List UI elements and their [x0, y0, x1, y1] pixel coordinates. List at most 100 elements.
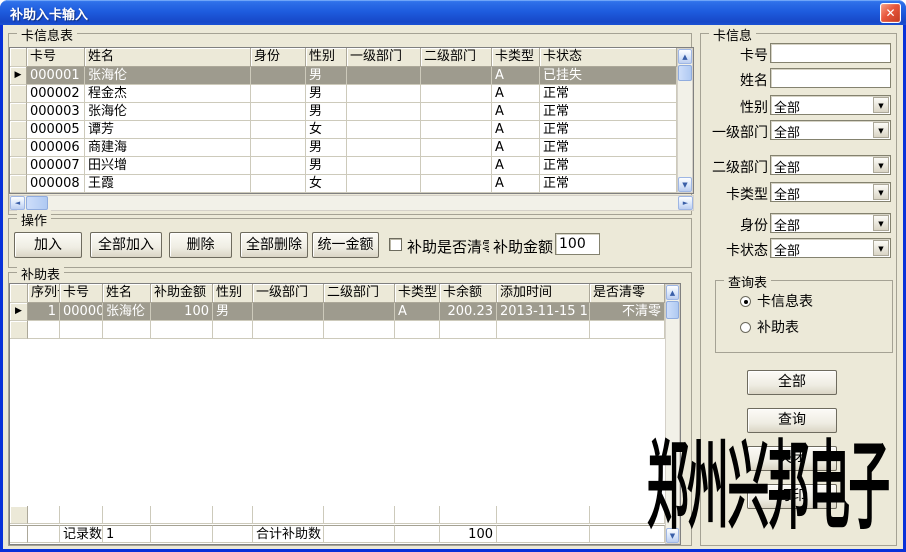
dropdown-arrow-icon[interactable]: ▼ [873, 157, 889, 173]
dropdown-arrow-icon[interactable]: ▼ [873, 240, 889, 256]
column-header[interactable]: 一级部门 [347, 48, 421, 67]
cell-name: 王霞 [85, 175, 251, 193]
table-row[interactable]: 000003张海伦男A正常 [10, 103, 677, 121]
radio-button[interactable] [740, 322, 751, 333]
column-header[interactable]: 卡类型 [395, 284, 440, 303]
card-table-vscrollbar[interactable]: ▲ ▼ [677, 48, 693, 193]
clear-subsidy-checkbox[interactable] [389, 238, 402, 251]
table-row[interactable]: 000006商建海男A正常 [10, 139, 677, 157]
cell-card_no: 000006 [27, 139, 85, 157]
scroll-right-icon[interactable]: ► [678, 196, 693, 210]
cell-gender: 女 [306, 175, 347, 193]
subsidy-vscroll-thumb[interactable] [666, 301, 679, 319]
summary-row: 记录数1合计补助数100 [10, 525, 665, 543]
column-header[interactable]: 身份 [251, 48, 306, 67]
empty-cell [253, 321, 324, 339]
table-row[interactable]: 000007田兴增男A正常 [10, 157, 677, 175]
table-row[interactable]: 000002程金杰男A正常 [10, 85, 677, 103]
window-title: 补助入卡输入 [10, 4, 88, 23]
scroll-up-icon[interactable]: ▲ [666, 285, 679, 300]
empty-cell [60, 506, 103, 524]
filter-select-3[interactable]: 全部▼ [770, 95, 891, 115]
query-option-1[interactable]: 卡信息表 [740, 291, 813, 311]
dropdown-arrow-icon[interactable]: ▼ [873, 97, 889, 113]
titlebar: 补助入卡输入 ✕ [0, 0, 906, 25]
row-indicator-header[interactable] [10, 284, 28, 303]
table-row[interactable]: 000005谭芳女A正常 [10, 121, 677, 139]
summary-cell [395, 525, 440, 543]
client-area: 卡信息表 卡号姓名身份性别一级部门二级部门卡类型卡状态▶000001张海伦男A已… [3, 25, 903, 549]
filter-input-1[interactable] [770, 43, 891, 63]
subsidy-amount-input[interactable] [555, 233, 600, 255]
column-header[interactable]: 卡余额 [440, 284, 497, 303]
card-filter-group-title: 卡信息 [709, 25, 756, 44]
cell-identity [251, 157, 306, 175]
scroll-up-icon[interactable]: ▲ [678, 49, 692, 64]
cell-card_type: A [492, 85, 540, 103]
column-header[interactable]: 序列号 [28, 284, 60, 303]
row-indicator-header[interactable] [10, 48, 27, 67]
add-button[interactable]: 加入 [14, 232, 82, 258]
cell-dept1 [347, 175, 421, 193]
delete-button[interactable]: 删除 [169, 232, 232, 258]
column-header[interactable]: 姓名 [103, 284, 151, 303]
watermark-text: 郑州兴邦电子 [647, 440, 889, 536]
filter-select-6[interactable]: 全部▼ [770, 182, 891, 202]
column-header[interactable]: 性别 [213, 284, 253, 303]
column-header[interactable]: 姓名 [85, 48, 251, 67]
dropdown-arrow-icon[interactable]: ▼ [873, 122, 889, 138]
column-header[interactable]: 二级部门 [324, 284, 395, 303]
filter-select-5[interactable]: 全部▼ [770, 155, 891, 175]
cell-name: 田兴增 [85, 157, 251, 175]
query-table-group-title: 查询表 [724, 272, 771, 291]
column-header[interactable]: 卡状态 [540, 48, 677, 67]
cell-identity [251, 103, 306, 121]
cell-dept1 [347, 157, 421, 175]
filter-input-2[interactable] [770, 68, 891, 88]
filter-label-6: 卡类型 [703, 184, 768, 204]
table-row[interactable]: ▶1000001张海伦100男A200.232013-11-15 16:58:不… [10, 303, 665, 321]
scroll-left-icon[interactable]: ◄ [10, 196, 25, 210]
selected-option: 全部 [774, 215, 800, 234]
row-indicator: ▶ [10, 67, 27, 85]
cell-gender: 男 [306, 103, 347, 121]
card-table-hscrollbar[interactable]: ◄ ► [9, 195, 694, 211]
table-row[interactable]: 000008王霞女A正常 [10, 175, 677, 193]
scroll-down-icon[interactable]: ▼ [678, 177, 692, 192]
delete-all-button[interactable]: 全部删除 [240, 232, 308, 258]
cell-identity [251, 139, 306, 157]
column-header[interactable]: 卡号 [60, 284, 103, 303]
table-row[interactable]: ▶000001张海伦男A已挂失 [10, 67, 677, 85]
cell-dept1 [347, 67, 421, 85]
column-header[interactable]: 补助金额 [151, 284, 213, 303]
column-header[interactable]: 卡类型 [492, 48, 540, 67]
dropdown-arrow-icon[interactable]: ▼ [873, 184, 889, 200]
cell-card_no: 000005 [27, 121, 85, 139]
filter-select-8[interactable]: 全部▼ [770, 238, 891, 258]
close-button[interactable]: ✕ [880, 3, 901, 23]
filter-select-4[interactable]: 全部▼ [770, 120, 891, 140]
unify-amount-button[interactable]: 统一金额 [312, 232, 379, 258]
row-indicator [10, 139, 27, 157]
query-option-2[interactable]: 补助表 [740, 317, 799, 337]
all-button[interactable]: 全部 [747, 370, 837, 395]
row-indicator [10, 157, 27, 175]
card-hscroll-thumb[interactable] [26, 196, 48, 210]
empty-cell [213, 321, 253, 339]
add-all-button[interactable]: 全部加入 [90, 232, 162, 258]
cell-clear: 不清零 [590, 303, 665, 321]
column-header[interactable]: 添加时间 [497, 284, 590, 303]
cell-dept1 [347, 121, 421, 139]
query-button[interactable]: 查询 [747, 408, 837, 433]
cell-status: 正常 [540, 139, 677, 157]
filter-select-7[interactable]: 全部 ▼ [770, 213, 891, 233]
column-header[interactable]: 一级部门 [253, 284, 324, 303]
radio-button[interactable] [740, 296, 751, 307]
column-header[interactable]: 二级部门 [421, 48, 492, 67]
column-header[interactable]: 是否清零 [590, 284, 665, 303]
column-header[interactable]: 卡号 [27, 48, 85, 67]
card-vscroll-thumb[interactable] [678, 65, 692, 81]
column-header[interactable]: 性别 [306, 48, 347, 67]
cell-status: 正常 [540, 103, 677, 121]
dropdown-arrow-icon[interactable]: ▼ [873, 215, 889, 231]
